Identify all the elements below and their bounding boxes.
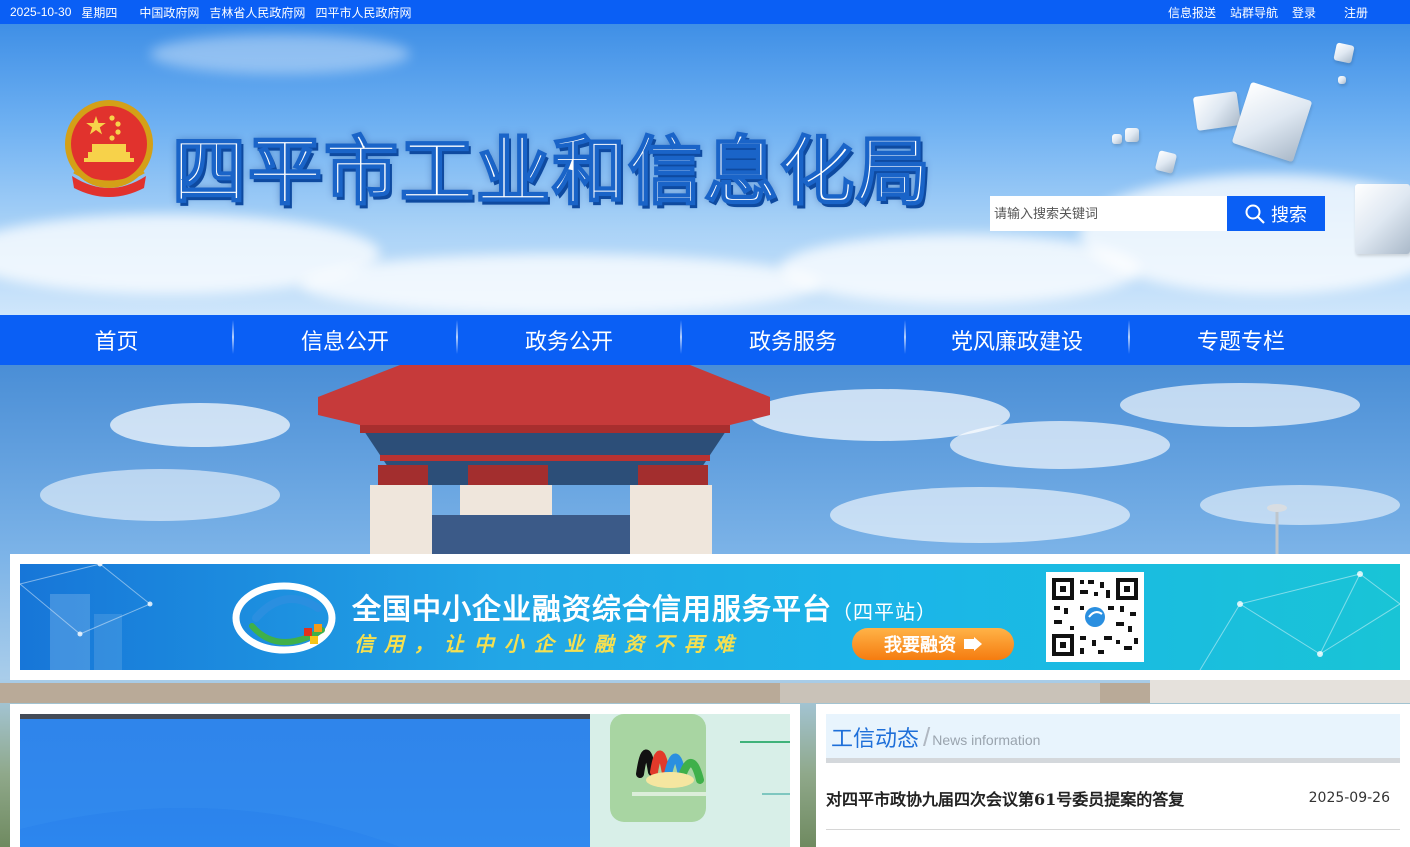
qr-code-icon (1046, 572, 1144, 662)
login-link[interactable]: 登录 (1292, 4, 1316, 21)
nav-home[interactable]: 首页 (0, 315, 234, 365)
banner-title-suffix: （四平站） (832, 602, 938, 624)
site-title: 四平市工业和信息化局 (171, 128, 932, 216)
cube-decoration (1154, 150, 1178, 174)
cube-decoration (1231, 81, 1313, 163)
link-siping-gov[interactable]: 四平市人民政府网 (315, 4, 411, 21)
nav-gov-affairs[interactable]: 政务公开 (457, 315, 682, 365)
site-header: 四平市工业和信息化局 (0, 24, 1410, 315)
search-button-label: 搜索 (1271, 204, 1307, 225)
cube-decoration (1125, 128, 1139, 142)
search-input[interactable] (990, 196, 1227, 231)
arrow-right-icon (964, 637, 982, 651)
banner-title: 全国中小企业融资综合信用服务平台（四平站） (352, 586, 937, 628)
top-bar: 2025-10-30 星期四 中国政府网 吉林省人民政府网 四平市人民政府网 信… (0, 0, 1410, 24)
news-header-underline (826, 758, 1400, 763)
cloud-decoration (300, 254, 820, 314)
cube-decoration (1112, 134, 1122, 144)
news-panel-title: 工信动态 (831, 726, 920, 751)
apply-financing-button[interactable]: 我要融资 (852, 628, 1014, 660)
national-emblem-icon (65, 100, 153, 197)
slider-graphic (20, 719, 590, 847)
nav-info-disclosure[interactable]: 信息公开 (233, 315, 458, 365)
slider-thumbnail[interactable] (590, 714, 790, 847)
slider-image[interactable] (20, 719, 590, 847)
garbage-sorting-illustration (610, 714, 790, 822)
apply-financing-label: 我要融资 (884, 635, 956, 655)
news-panel-subtitle: News information (932, 732, 1041, 748)
news-item-date: 2025-09-26 (1308, 789, 1390, 806)
divider-slash: / (923, 721, 931, 752)
cloud-decoration (150, 34, 410, 74)
link-jilin-gov[interactable]: 吉林省人民政府网 (209, 4, 305, 21)
nav-gov-services[interactable]: 政务服务 (681, 315, 906, 365)
link-site-nav[interactable]: 站群导航 (1230, 4, 1278, 21)
current-date: 2025-10-30 (10, 5, 72, 19)
search-button[interactable]: 搜索 (1227, 196, 1325, 231)
main-nav: 首页 信息公开 政务公开 政务服务 党风廉政建设 专题专栏 (0, 315, 1410, 365)
link-info-submit[interactable]: 信息报送 (1168, 4, 1216, 21)
cube-decoration (1333, 42, 1355, 64)
banner-title-text: 全国中小企业融资综合信用服务平台 (352, 594, 833, 626)
news-item[interactable]: 对四平市政协九届四次会议第61号委员提案的答复 2025-09-26 (826, 768, 1400, 830)
search-icon (1245, 204, 1265, 224)
nav-integrity[interactable]: 党风廉政建设 (905, 315, 1130, 365)
cube-decoration (1338, 76, 1346, 84)
top-bar-left: 2025-10-30 星期四 中国政府网 吉林省人民政府网 四平市人民政府网 (0, 4, 411, 21)
cube-decoration (1355, 184, 1410, 254)
register-link[interactable]: 注册 (1344, 4, 1368, 21)
news-item-title[interactable]: 对四平市政协九届四次会议第61号委员提案的答复 (826, 786, 1184, 810)
nav-special-topics[interactable]: 专题专栏 (1129, 315, 1353, 365)
link-china-gov[interactable]: 中国政府网 (139, 4, 199, 21)
top-bar-right: 信息报送 站群导航 登录 注册 (1168, 0, 1410, 24)
gov-links: 中国政府网 吉林省人民政府网 四平市人民政府网 (139, 4, 411, 21)
platform-logo-icon (232, 582, 336, 654)
news-panel-header: 工信动态 / News information (826, 714, 1400, 760)
banner-subtitle: 信用，让中小企业融资不再难 (354, 634, 744, 656)
cube-decoration (1192, 91, 1242, 131)
current-weekday: 星期四 (81, 5, 118, 20)
